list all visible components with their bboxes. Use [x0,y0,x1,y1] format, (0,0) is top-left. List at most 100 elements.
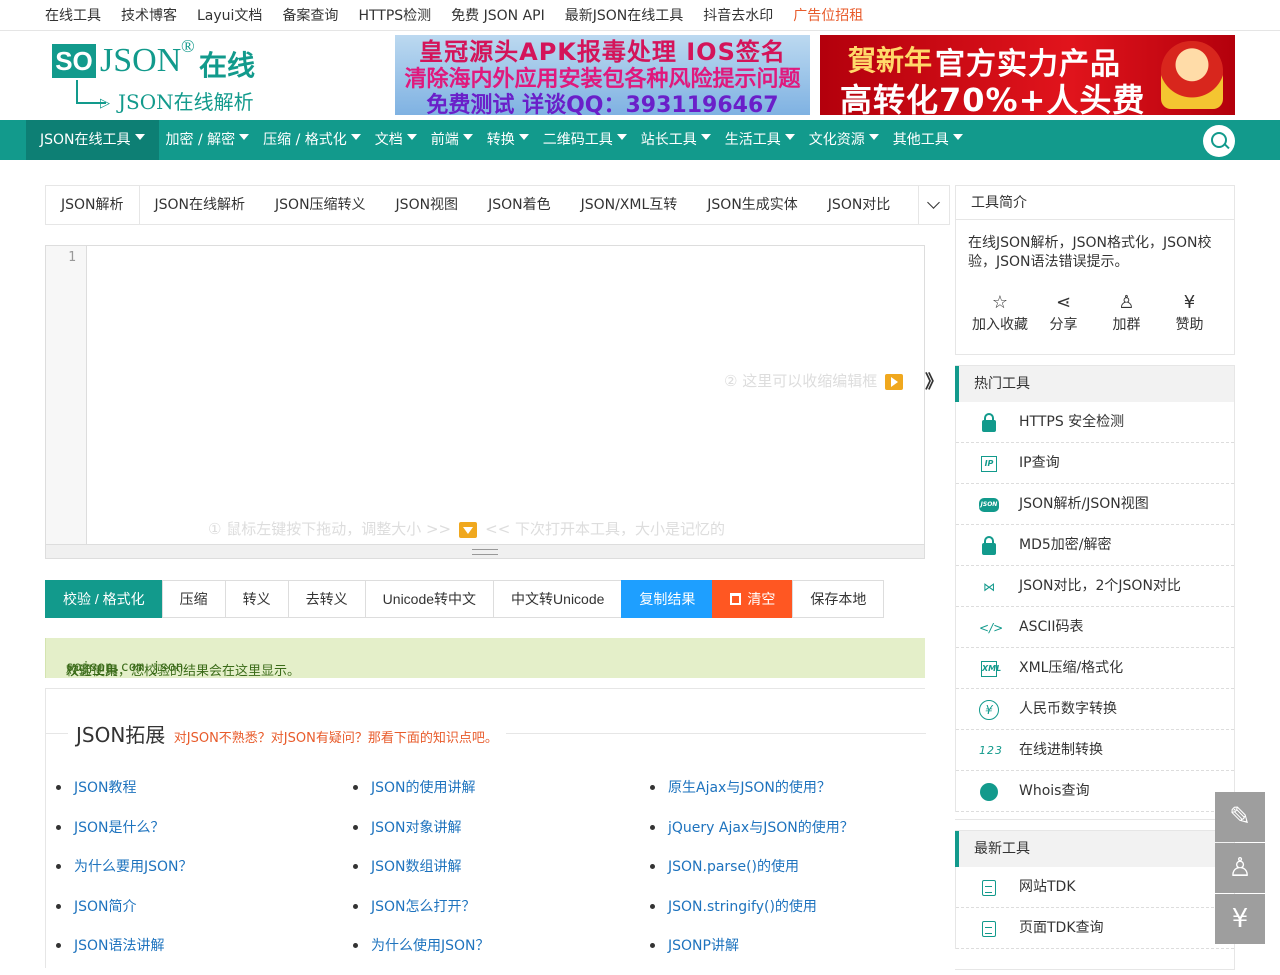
tabs-more-chevron-icon[interactable] [918,185,950,225]
tab-json-color[interactable]: JSON着色 [473,186,566,224]
top-link-ad-space[interactable]: 广告位招租 [793,5,863,25]
sponsor-button[interactable]: ¥ 赞助 [1158,292,1221,334]
hot-tool-whois[interactable]: Whois查询 [956,771,1234,812]
star-icon: ☆ [991,292,1009,313]
play-icon [885,373,904,390]
banner-ad-apk-line3: 免费测试 详谈QQ：3931196467 [426,93,779,115]
caret-down-icon [406,134,417,140]
banner-ad-newyear[interactable]: 賀新年 官方实力产品 高转化70%+人头费 [820,35,1235,115]
knowledge-link[interactable]: JSON怎么打开？ [353,896,490,936]
site-logo[interactable]: SO JSON ® 在线 ▷ JSON在线解析 [52,36,267,115]
tab-json-compress-escape[interactable]: JSON压缩转义 [260,186,381,224]
trash-icon [730,593,742,605]
hot-tool-radix[interactable]: 123 在线进制转换 [956,730,1234,771]
nav-item-compress-format[interactable]: 压缩 / 格式化 [256,120,368,160]
save-local-button[interactable]: 保存本地 [792,580,885,618]
hot-tool-https[interactable]: HTTPS 安全检测 [956,402,1234,443]
json-editor[interactable]: 1 ② 这里可以收缩编辑框 ① 鼠标左键按下拖动，调整大小 >> << 下次打开本… [45,245,925,559]
nav-item-label: 其他工具 [892,132,949,148]
nav-item-frontend[interactable]: 前端 [424,120,480,160]
resize-handle[interactable] [46,544,924,558]
line-gutter: 1 [46,246,87,544]
copy-result-button[interactable]: 复制结果 [621,580,714,618]
number-icon: 123 [979,744,1003,757]
unicode-to-chinese-button[interactable]: Unicode转中文 [364,580,495,618]
nav-item-life[interactable]: 生活工具 [718,120,802,160]
nav-item-webmaster[interactable]: 站长工具 [634,120,718,160]
nav-item-culture[interactable]: 文化资源 [802,120,886,160]
top-link-icp-lookup[interactable]: 备案查询 [282,5,338,25]
top-link-online-tools[interactable]: 在线工具 [45,5,101,25]
tab-json-online-parse[interactable]: JSON在线解析 [140,186,261,224]
knowledge-link[interactable]: 为什么要用JSON？ [56,856,193,896]
newest-tool-page-tdk[interactable]: 页面TDK查询 [956,908,1234,949]
hot-tool-json-compare[interactable]: ⋈ JSON对比，2个JSON对比 [956,566,1234,607]
tab-json-entity[interactable]: JSON生成实体 [692,186,813,224]
tool-intro-card: 工具简介 在线JSON解析，JSON格式化，JSON校验，JSON语法错误提示。… [955,185,1235,355]
knowledge-link[interactable]: JSON的使用讲解 [353,777,490,817]
top-link-newest-json-tools[interactable]: 最新JSON在线工具 [565,5,684,25]
join-group-button[interactable]: ♙ 加群 [1095,292,1158,334]
chinese-to-unicode-button[interactable]: 中文转Unicode [493,580,623,618]
feedback-float-button[interactable]: ✎ [1215,792,1265,842]
collapse-arrows-icon[interactable]: 》 [925,368,943,394]
banner-ad-apk-line2: 清除海内外应用安装包各种风险提示问题 [404,67,801,92]
collapse-hint-text: ② 这里可以收缩编辑框 [724,372,878,390]
sponsor-label: 赞助 [1175,317,1204,333]
caret-down-icon [239,134,250,140]
document-icon [982,880,996,896]
search-icon[interactable] [1203,125,1235,157]
top-link-douyin-watermark[interactable]: 抖音去水印 [703,5,773,25]
favorite-button[interactable]: ☆ 加入收藏 [968,292,1032,334]
share-button[interactable]: ⋖ 分享 [1032,292,1095,334]
tab-json-compare[interactable]: JSON对比 [813,186,906,224]
knowledge-link[interactable]: 为什么使用JSON？ [353,935,490,975]
unescape-button[interactable]: 去转义 [287,580,366,618]
tab-json-xml[interactable]: JSON/XML互转 [566,186,693,224]
knowledge-link[interactable]: JSON是什么？ [56,817,193,857]
json-knowledge-section: JSON拓展 对JSON不熟悉？对JSON有疑问？那看下面的知识点吧。 JSON… [45,688,926,968]
nav-item-json-tools[interactable]: JSON在线工具 [26,120,159,160]
knowledge-link[interactable]: JSON.stringify()的使用 [650,896,854,936]
knowledge-link[interactable]: JSON语法讲解 [56,935,193,975]
knowledge-list-1: JSON教程 JSON是什么？ 为什么要用JSON？ JSON简介 JSON语法… [56,777,193,975]
ip-icon: IP [981,456,997,472]
tab-json-view[interactable]: JSON视图 [381,186,474,224]
knowledge-link[interactable]: jQuery Ajax与JSON的使用？ [650,817,854,857]
knowledge-list-3: 原生Ajax与JSON的使用？ jQuery Ajax与JSON的使用？ JSO… [650,777,854,975]
hot-tool-rmb[interactable]: ¥ 人民币数字转换 [956,689,1234,730]
nav-item-docs[interactable]: 文档 [368,120,424,160]
qq-float-button[interactable]: ♙ [1215,843,1265,893]
knowledge-link[interactable]: JSONP讲解 [650,935,854,975]
compress-button[interactable]: 压缩 [161,580,226,618]
top-link-tech-blog[interactable]: 技术博客 [121,5,177,25]
validate-format-button[interactable]: 校验 / 格式化 [45,580,163,618]
knowledge-link[interactable]: 原生Ajax与JSON的使用？ [650,777,854,817]
knowledge-link[interactable]: JSON.parse()的使用 [650,856,854,896]
hot-tool-ip[interactable]: IP IP查询 [956,443,1234,484]
hot-tool-json[interactable]: JSON JSON解析/JSON视图 [956,484,1234,525]
newest-tool-tdk[interactable]: 网站TDK [956,867,1234,908]
knowledge-link[interactable]: JSON教程 [56,777,193,817]
clear-button[interactable]: 清空 [712,580,794,618]
hot-tool-xml[interactable]: XML XML压缩/格式化 [956,648,1234,689]
nav-item-convert[interactable]: 转换 [480,120,536,160]
knowledge-link[interactable]: JSON对象讲解 [353,817,490,857]
hot-tool-md5[interactable]: MD5加密/解密 [956,525,1234,566]
json-icon: JSON [979,498,999,512]
top-link-free-json-api[interactable]: 免费 JSON API [451,5,545,25]
nav-item-qrcode[interactable]: 二维码工具 [536,120,634,160]
donate-float-button[interactable]: ¥ [1215,894,1265,944]
hot-tool-ascii[interactable]: </> ASCII码表 [956,607,1234,648]
top-link-https-check[interactable]: HTTPS检测 [358,5,431,25]
tab-json-parse[interactable]: JSON解析 [46,186,140,224]
nav-item-other[interactable]: 其他工具 [886,120,970,160]
escape-button[interactable]: 转义 [224,580,289,618]
top-link-layui-docs[interactable]: Layui文档 [197,5,262,25]
knowledge-link[interactable]: JSON数组讲解 [353,856,490,896]
banner-ad-apk[interactable]: 皇冠源头APK报毒处理 IOS签名 清除海内外应用安装包各种风险提示问题 免费测… [395,35,810,115]
nav-item-encrypt[interactable]: 加密 / 解密 [159,120,257,160]
tool-tabs: JSON解析 JSON在线解析 JSON压缩转义 JSON视图 JSON着色 J… [45,185,925,225]
knowledge-link[interactable]: JSON简介 [56,896,193,936]
logo-online-text: 在线 [199,49,256,82]
